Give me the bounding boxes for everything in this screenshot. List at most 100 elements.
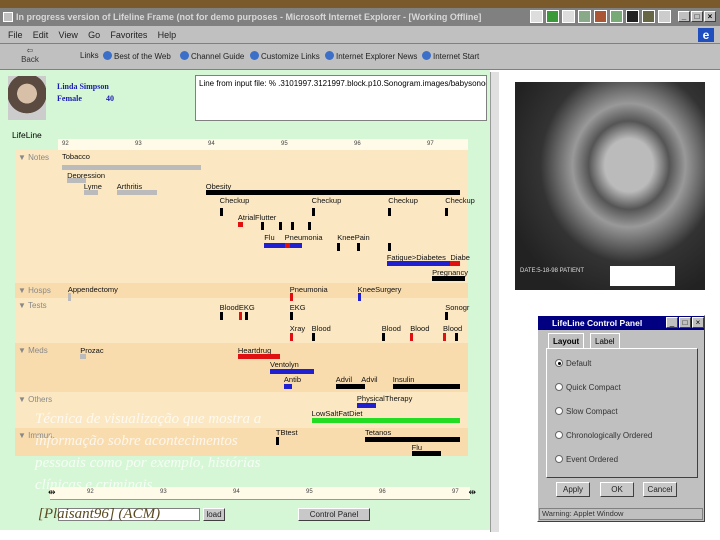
event-marker[interactable] bbox=[381, 333, 385, 341]
cp-minimize-button[interactable]: _ bbox=[666, 317, 678, 328]
event-bar[interactable] bbox=[411, 451, 441, 456]
event-label[interactable]: LowSaltFatDiet bbox=[312, 409, 363, 418]
event-bar[interactable] bbox=[62, 165, 201, 170]
event-marker[interactable] bbox=[388, 243, 392, 251]
menu-view[interactable]: View bbox=[59, 26, 78, 44]
event-marker[interactable] bbox=[67, 293, 71, 301]
event-label[interactable]: PhysicalTherapy bbox=[357, 394, 412, 403]
event-marker[interactable] bbox=[278, 222, 282, 230]
event-marker[interactable] bbox=[308, 222, 311, 230]
cp-maximize-button[interactable]: □ bbox=[679, 317, 691, 328]
menu-help[interactable]: Help bbox=[158, 26, 177, 44]
event-bar[interactable] bbox=[205, 190, 460, 195]
event-marker[interactable] bbox=[219, 208, 223, 216]
vertical-scrollbar[interactable] bbox=[490, 72, 499, 532]
event-label[interactable]: BloodEKG bbox=[220, 303, 255, 312]
event-label[interactable]: AtrialFlutter bbox=[238, 213, 276, 222]
event-bar[interactable] bbox=[284, 243, 290, 248]
event-marker[interactable] bbox=[289, 293, 293, 301]
event-label[interactable]: Blood bbox=[382, 324, 401, 333]
event-bar[interactable] bbox=[83, 190, 99, 195]
event-label[interactable]: Checkup bbox=[445, 196, 475, 205]
event-marker[interactable] bbox=[275, 437, 279, 445]
event-marker[interactable] bbox=[244, 312, 248, 320]
scroll-right-icon[interactable]: ⇹ bbox=[468, 487, 476, 498]
section-toggle[interactable]: ▼ Hosps bbox=[18, 286, 51, 295]
time-slider[interactable]: ⇹ ⇹ 92 93 94 95 96 97 bbox=[48, 487, 476, 500]
event-bar[interactable] bbox=[450, 261, 460, 266]
event-bar[interactable] bbox=[311, 418, 460, 423]
radio-default[interactable]: Default bbox=[555, 359, 591, 368]
event-marker[interactable] bbox=[410, 333, 414, 341]
event-marker[interactable] bbox=[337, 243, 341, 251]
control-panel-button[interactable]: Control Panel bbox=[298, 508, 370, 521]
app-icon[interactable] bbox=[562, 10, 575, 23]
event-bar[interactable] bbox=[364, 437, 460, 442]
app-icon[interactable] bbox=[594, 10, 607, 23]
event-marker[interactable] bbox=[261, 222, 265, 230]
cancel-button[interactable]: Cancel bbox=[643, 482, 677, 497]
menu-file[interactable]: File bbox=[8, 26, 23, 44]
event-label[interactable]: Checkup bbox=[388, 196, 418, 205]
link-internet-start[interactable]: Internet Start bbox=[422, 51, 479, 61]
maximize-button[interactable]: □ bbox=[691, 11, 703, 22]
event-bar[interactable] bbox=[432, 276, 465, 281]
event-label[interactable]: Flu bbox=[264, 233, 274, 242]
tab-label[interactable]: Label bbox=[590, 333, 620, 348]
link-best-of-web[interactable]: Best of the Web bbox=[103, 51, 171, 61]
event-marker[interactable] bbox=[219, 312, 223, 320]
event-marker[interactable] bbox=[443, 333, 447, 341]
event-label[interactable]: Blood bbox=[410, 324, 429, 333]
section-toggle[interactable]: ▼ Tests bbox=[18, 301, 47, 310]
event-marker[interactable] bbox=[311, 333, 315, 341]
radio-chronologically-ordered[interactable]: Chronologically Ordered bbox=[555, 431, 652, 440]
event-label[interactable]: Tobacco bbox=[62, 152, 90, 161]
radio-quick-compact[interactable]: Quick Compact bbox=[555, 383, 621, 392]
event-marker[interactable] bbox=[289, 333, 293, 341]
minimize-button[interactable]: _ bbox=[678, 11, 690, 22]
event-marker[interactable] bbox=[388, 208, 392, 216]
event-marker[interactable] bbox=[289, 312, 293, 320]
event-marker[interactable] bbox=[357, 293, 361, 301]
event-label[interactable]: Insulin bbox=[393, 375, 415, 384]
event-label[interactable]: Checkup bbox=[312, 196, 342, 205]
app-icon[interactable] bbox=[642, 10, 655, 23]
event-label[interactable]: Ventolyn bbox=[270, 360, 299, 369]
event-bar[interactable] bbox=[80, 354, 87, 359]
event-marker[interactable] bbox=[311, 208, 315, 216]
event-label[interactable]: Tetanos bbox=[365, 428, 391, 437]
event-bar[interactable] bbox=[237, 354, 281, 359]
event-label[interactable]: Sonogr bbox=[445, 303, 469, 312]
menu-favorites[interactable]: Favorites bbox=[110, 26, 147, 44]
event-label[interactable]: Pneumonia bbox=[285, 233, 323, 242]
event-marker[interactable] bbox=[238, 312, 242, 320]
link-customize-links[interactable]: Customize Links bbox=[250, 51, 320, 61]
app-icon[interactable] bbox=[610, 10, 623, 23]
event-label[interactable]: EKG bbox=[290, 303, 306, 312]
tab-layout[interactable]: Layout bbox=[548, 333, 585, 348]
section-toggle[interactable]: ▼ Others bbox=[18, 395, 52, 404]
link-channel-guide[interactable]: Channel Guide bbox=[180, 51, 244, 61]
excel-icon[interactable] bbox=[546, 10, 559, 23]
event-marker[interactable] bbox=[291, 222, 295, 230]
link-ie-news[interactable]: Internet Explorer News bbox=[325, 51, 417, 61]
close-button[interactable]: × bbox=[704, 11, 716, 22]
event-bar[interactable] bbox=[270, 369, 314, 374]
event-label[interactable]: TBtest bbox=[276, 428, 298, 437]
scroll-left-icon[interactable]: ⇹ bbox=[48, 487, 56, 498]
event-label[interactable]: Advil bbox=[361, 375, 377, 384]
event-marker[interactable] bbox=[454, 333, 458, 341]
event-label[interactable]: Blood bbox=[312, 324, 331, 333]
event-marker[interactable] bbox=[445, 312, 449, 320]
back-button[interactable]: ⇦ Back bbox=[18, 46, 42, 64]
section-toggle[interactable]: ▼ Notes bbox=[18, 153, 49, 162]
event-bar[interactable] bbox=[283, 384, 292, 389]
event-bar[interactable] bbox=[237, 222, 244, 227]
app-icon[interactable] bbox=[626, 10, 639, 23]
event-marker[interactable] bbox=[445, 208, 449, 216]
event-bar[interactable] bbox=[361, 384, 365, 389]
ok-button[interactable]: OK bbox=[600, 482, 634, 497]
event-label[interactable]: Pneumonia bbox=[290, 285, 328, 294]
event-label[interactable]: Advil bbox=[336, 375, 352, 384]
radio-event-ordered[interactable]: Event Ordered bbox=[555, 455, 618, 464]
